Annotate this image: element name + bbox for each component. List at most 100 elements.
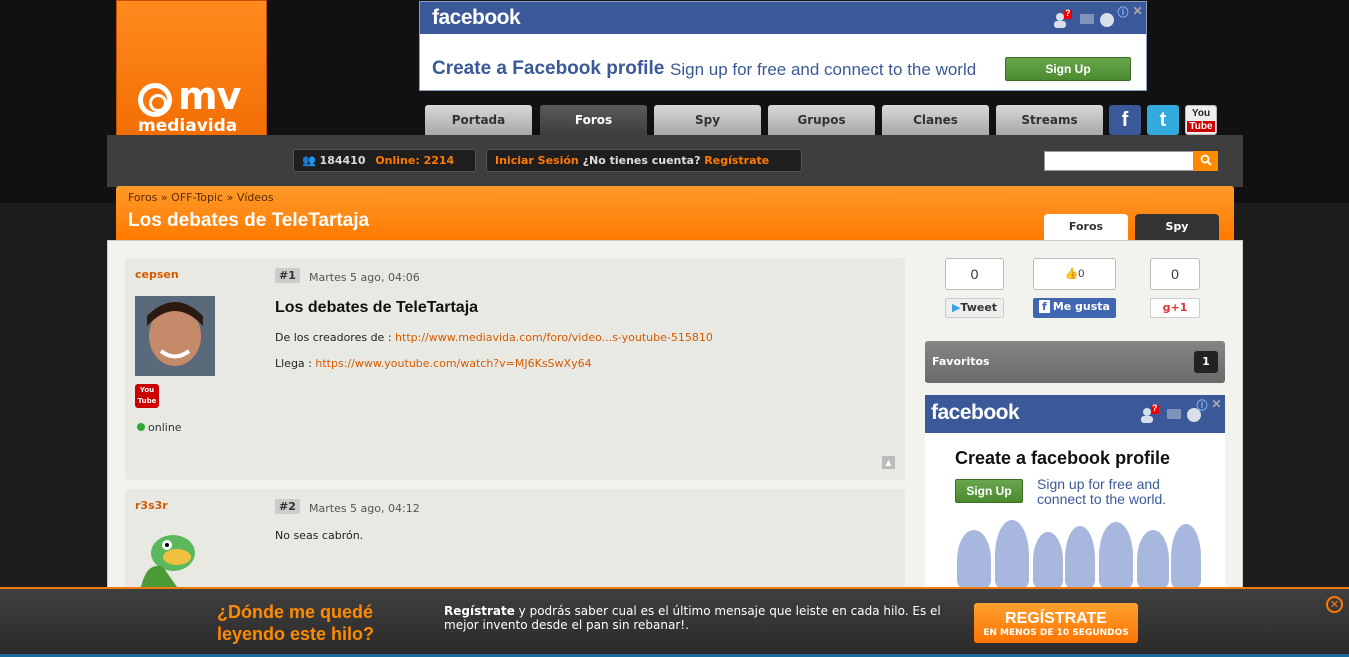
post-text: No seas cabrón. — [275, 529, 364, 542]
header-tab-spy[interactable]: Spy — [1135, 214, 1219, 240]
post-number[interactable]: #2 — [275, 499, 300, 514]
users-icon: 👥 — [302, 154, 316, 167]
footer-text: Regístrate y podrás saber cual es el últ… — [444, 604, 954, 632]
ad-brand-bar: facebook ? ⓘ ✕ — [925, 395, 1225, 433]
ad-close-icon[interactable]: ✕ — [1132, 4, 1142, 18]
avatar[interactable] — [135, 296, 215, 376]
post-link-2[interactable]: https://www.youtube.com/watch?v=MJ6KsSwX… — [315, 357, 591, 370]
page-title: Los debates de TeleTartaja — [128, 210, 370, 231]
gplus-label: +1 — [1170, 301, 1188, 314]
tab-clanes[interactable]: Clanes — [882, 105, 989, 135]
facebook-logo: facebook — [432, 6, 521, 29]
post-date: Martes 5 ago, 04:12 — [309, 502, 420, 515]
logo-name: mediavida — [138, 116, 238, 136]
yt-you: You — [139, 386, 155, 394]
like-count: 👍0 — [1033, 258, 1116, 290]
tab-spy[interactable]: Spy — [654, 105, 761, 135]
favoritos-count: 1 — [1194, 351, 1218, 373]
ad-headline[interactable]: Create a Facebook profile — [432, 58, 664, 80]
ad-signup-button[interactable]: Sign Up — [1005, 57, 1131, 81]
search-input[interactable] — [1044, 151, 1194, 171]
register-button-label: REGÍSTRATE — [1005, 610, 1107, 627]
friends-messages-globe-icon — [1054, 10, 1114, 28]
footer-text-body: y podrás saber cual es el último mensaje… — [444, 604, 941, 632]
ad-signup-button[interactable]: Sign Up — [955, 479, 1023, 503]
search-icon[interactable] — [1193, 151, 1218, 171]
like-count-value: 0 — [1078, 268, 1085, 280]
post-2: r3s3r #2 Martes 5 ago, 04:12 No seas cab… — [125, 489, 905, 600]
side-facebook-ad[interactable]: facebook ? ⓘ ✕ Create a facebook profile… — [925, 395, 1225, 600]
ad-close-icon[interactable]: ✕ — [1211, 397, 1221, 411]
tab-foros[interactable]: Foros — [540, 105, 647, 135]
footer-question-line1: ¿Dónde me quedé — [217, 602, 374, 622]
post-author[interactable]: cepsen — [135, 268, 179, 281]
post-link-1[interactable]: http://www.mediavida.com/foro/video...s-… — [395, 331, 713, 344]
tweet-count: 0 — [945, 258, 1004, 290]
online-count: Online: 2214 — [375, 154, 455, 167]
register-footer: ¿Dónde me quedé leyendo este hilo? Regís… — [0, 587, 1349, 657]
youtube-you: You — [1191, 108, 1211, 119]
twitter-icon[interactable]: t — [1147, 105, 1179, 135]
status-text: online — [148, 421, 182, 434]
ad-subtext[interactable]: Sign up for free and connect to the worl… — [1037, 477, 1207, 507]
favoritos-label: Favoritos — [932, 355, 990, 368]
login-link[interactable]: Iniciar Sesión — [495, 154, 579, 167]
facebook-logo: facebook — [931, 401, 1020, 424]
avatar[interactable] — [137, 531, 199, 587]
register-link[interactable]: Regístrate — [704, 154, 769, 167]
post-line-1: De los creadores de : http://www.mediavi… — [275, 331, 713, 344]
ad-headline[interactable]: Create a facebook profile — [955, 448, 1170, 469]
login-area: Iniciar Sesión ¿No tienes cuenta? Regíst… — [486, 149, 802, 172]
favoritos-panel[interactable]: Favoritos 1 — [925, 341, 1225, 383]
youtube-icon[interactable]: You Tube — [1185, 105, 1217, 135]
status-dot-icon — [137, 423, 145, 431]
line1-prefix: De los creadores de : — [275, 331, 392, 344]
breadcrumb-videos[interactable]: Vídeos — [237, 191, 274, 204]
top-facebook-ad[interactable]: facebook ? ⓘ ✕ Create a Facebook profile… — [419, 1, 1147, 91]
ad-subtext[interactable]: Sign up for free and connect to the worl… — [670, 60, 976, 80]
facebook-icon[interactable]: f — [1109, 105, 1141, 135]
yt-tube: Tube — [137, 397, 157, 405]
post-author[interactable]: r3s3r — [135, 499, 168, 512]
post-number[interactable]: #1 — [275, 268, 300, 283]
scroll-top-icon[interactable]: ▲ — [882, 456, 895, 469]
tweet-label: Tweet — [960, 301, 998, 314]
ad-info-icon[interactable]: ⓘ — [1197, 397, 1208, 413]
gplus-button[interactable]: g+1 — [1150, 298, 1200, 318]
post-title: Los debates de TeleTartaja — [275, 299, 479, 316]
footer-question-line2: leyendo este hilo? — [217, 624, 375, 644]
ad-badge: ? — [1065, 8, 1071, 18]
tab-streams[interactable]: Streams — [996, 105, 1103, 135]
register-button[interactable]: REGÍSTRATE EN MENOS DE 10 SEGUNDOS — [974, 603, 1138, 643]
thumb-icon: 👍 — [1064, 268, 1079, 280]
notification-icons: ? — [1052, 8, 1116, 31]
youtube-tube: Tube — [1187, 121, 1215, 132]
users-count: 184410 — [319, 154, 366, 167]
online-status: online — [137, 421, 182, 434]
footer-text-bold: Regístrate — [444, 604, 515, 618]
gplus-count: 0 — [1150, 258, 1200, 290]
breadcrumb-offtopic[interactable]: OFF-Topic — [171, 191, 223, 204]
line2-prefix: Llega : — [275, 357, 312, 370]
ad-badge: ? — [1152, 403, 1158, 413]
ad-brand-bar: facebook ? ⓘ ✕ — [420, 2, 1146, 34]
header-tab-foros[interactable]: Foros — [1044, 214, 1128, 240]
ad-info-icon[interactable]: ⓘ — [1118, 4, 1129, 20]
like-button[interactable]: f Me gusta — [1033, 298, 1116, 318]
tab-portada[interactable]: Portada — [425, 105, 532, 135]
tweet-button[interactable]: ▶Tweet — [945, 298, 1004, 318]
tab-grupos[interactable]: Grupos — [768, 105, 875, 135]
footer-question: ¿Dónde me quedé leyendo este hilo? — [217, 601, 374, 645]
breadcrumb-foros[interactable]: Foros — [128, 191, 157, 204]
site-logo[interactable]: mv mediavida — [116, 0, 267, 157]
register-button-sublabel: EN MENOS DE 10 SEGUNDOS — [983, 628, 1129, 638]
breadcrumb-separator: » — [160, 191, 168, 204]
breadcrumb-separator: » — [226, 191, 234, 204]
no-account-text: ¿No tienes cuenta? — [582, 154, 701, 167]
breadcrumb: Foros » OFF-Topic » Vídeos — [128, 191, 274, 204]
post-date: Martes 5 ago, 04:06 — [309, 271, 420, 284]
close-icon[interactable]: ✕ — [1326, 596, 1343, 613]
youtube-badge-icon[interactable]: You Tube — [135, 384, 159, 408]
friends-messages-globe-icon — [1141, 405, 1201, 423]
post-1: cepsen You Tube online #1 Martes 5 ago, 0… — [125, 258, 905, 480]
